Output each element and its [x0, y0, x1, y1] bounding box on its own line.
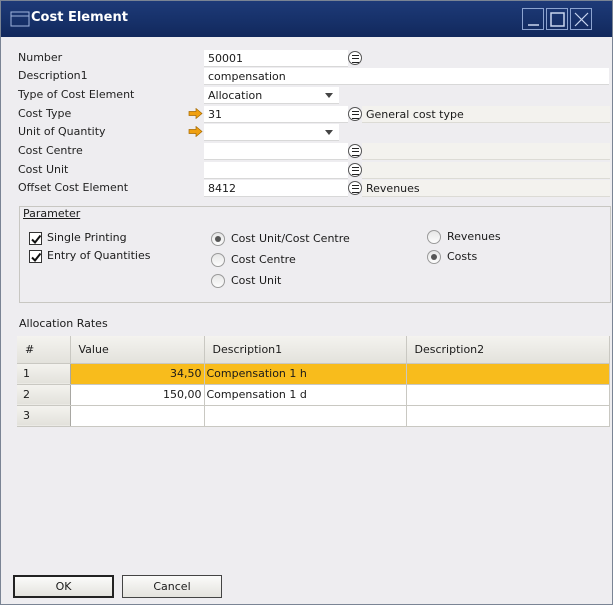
type-of-cost-element-dropdown[interactable]: Allocation	[204, 87, 339, 104]
number-lookup-icon[interactable]	[348, 51, 362, 65]
window-title: Cost Element	[31, 10, 128, 25]
type-of-cost-element-label: Type of Cost Element	[18, 88, 135, 101]
unit-of-quantity-dropdown[interactable]	[204, 124, 339, 141]
maximize-icon	[550, 12, 565, 27]
cost-centre-label: Cost Centre	[18, 144, 83, 157]
offset-cost-element-lookup-icon[interactable]	[348, 181, 362, 195]
description1-cell[interactable]: Compensation 1 h	[204, 363, 407, 385]
offset-cost-element-description: Revenues	[362, 180, 610, 197]
cost-unit-lookup-icon[interactable]	[348, 163, 362, 177]
cost-centre-radio[interactable]	[211, 253, 225, 267]
description1-row: Description1 compensation	[15, 67, 610, 85]
cost-type-row: Cost Type 31 General cost type	[15, 105, 610, 123]
entry-of-quantities-label[interactable]: Entry of Quantities	[47, 249, 150, 262]
chevron-down-icon[interactable]	[325, 93, 333, 98]
minimize-icon	[528, 24, 539, 26]
row-number[interactable]: 1	[17, 363, 71, 385]
cost-unit-radio[interactable]	[211, 274, 225, 288]
maximize-button[interactable]	[546, 8, 568, 30]
single-printing-label[interactable]: Single Printing	[47, 231, 127, 244]
unit-of-quantity-row: Unit of Quantity	[15, 123, 610, 141]
offset-cost-element-label: Offset Cost Element	[18, 181, 129, 194]
table-row[interactable]: 2 150,00 Compensation 1 d	[17, 384, 610, 406]
description1-field[interactable]: compensation	[204, 68, 609, 85]
cost-unit-field[interactable]	[204, 162, 348, 179]
description1-label: Description1	[18, 69, 88, 82]
costs-label[interactable]: Costs	[447, 250, 477, 263]
cost-unit-label: Cost Unit	[18, 163, 69, 176]
cost-type-lookup-icon[interactable]	[348, 107, 362, 121]
description1-cell[interactable]: Compensation 1 d	[204, 384, 407, 406]
column-header-value[interactable]: Value	[70, 336, 205, 364]
type-of-cost-element-value: Allocation	[208, 89, 263, 102]
close-button[interactable]	[570, 8, 592, 30]
cost-centre-row: Cost Centre	[15, 142, 610, 160]
column-header-description2[interactable]: Description2	[406, 336, 610, 364]
cost-centre-radio-label[interactable]: Cost Centre	[231, 253, 296, 266]
window-icon	[10, 11, 30, 27]
value-cell[interactable]	[70, 405, 205, 427]
table-row[interactable]: 3	[17, 405, 610, 427]
entry-of-quantities-checkbox[interactable]	[29, 250, 42, 263]
checkmark-icon	[31, 234, 42, 245]
offset-cost-element-field[interactable]: 8412	[204, 180, 348, 197]
cost-unit-cost-centre-radio[interactable]	[211, 232, 225, 246]
cancel-button[interactable]: Cancel	[122, 575, 222, 598]
checkmark-icon	[31, 252, 42, 263]
cost-unit-description	[362, 162, 610, 179]
column-header-num[interactable]: #	[17, 336, 71, 364]
offset-cost-element-row: Offset Cost Element 8412 Revenues	[15, 179, 610, 197]
number-label: Number	[18, 51, 63, 64]
unit-of-quantity-label: Unit of Quantity	[18, 125, 106, 138]
cost-centre-description	[362, 143, 610, 160]
number-row: Number 50001	[15, 49, 610, 67]
close-icon	[574, 12, 589, 27]
link-arrow-icon[interactable]	[188, 126, 203, 137]
cost-unit-cost-centre-label[interactable]: Cost Unit/Cost Centre	[231, 232, 350, 245]
number-field[interactable]: 50001	[204, 50, 348, 67]
value-cell[interactable]: 150,00	[70, 384, 205, 406]
link-arrow-icon[interactable]	[188, 108, 203, 119]
description2-cell[interactable]	[406, 363, 610, 385]
column-header-description1[interactable]: Description1	[204, 336, 407, 364]
row-number[interactable]: 2	[17, 384, 71, 406]
cost-element-window: Cost Element Number 50001 Description1 c…	[0, 0, 613, 605]
description2-cell[interactable]	[406, 384, 610, 406]
cost-type-label: Cost Type	[18, 107, 72, 120]
cost-type-field[interactable]: 31	[204, 106, 348, 123]
type-of-cost-element-row: Type of Cost Element Allocation	[15, 86, 610, 104]
description1-cell[interactable]	[204, 405, 407, 427]
minimize-button[interactable]	[522, 8, 544, 30]
single-printing-checkbox[interactable]	[29, 232, 42, 245]
cost-unit-radio-label[interactable]: Cost Unit	[231, 274, 281, 287]
parameter-title: Parameter	[23, 207, 81, 220]
revenues-radio[interactable]	[427, 230, 441, 244]
revenues-label[interactable]: Revenues	[447, 230, 501, 243]
table-row[interactable]: 1 34,50 Compensation 1 h	[17, 363, 610, 385]
value-cell[interactable]: 34,50	[70, 363, 205, 385]
cost-unit-row: Cost Unit	[15, 161, 610, 179]
row-number[interactable]: 3	[17, 405, 71, 427]
cost-centre-field[interactable]	[204, 143, 348, 160]
description2-cell[interactable]	[406, 405, 610, 427]
parameter-group: Parameter Single Printing Entry of Quant…	[19, 206, 611, 303]
costs-radio[interactable]	[427, 250, 441, 264]
chevron-down-icon[interactable]	[325, 130, 333, 135]
cost-centre-lookup-icon[interactable]	[348, 144, 362, 158]
ok-button[interactable]: OK	[13, 575, 114, 598]
cost-type-description: General cost type	[362, 106, 610, 123]
allocation-rates-title: Allocation Rates	[19, 317, 108, 330]
title-bar[interactable]: Cost Element	[1, 1, 612, 37]
allocation-rates-table: # Value Description1 Description2 1 34,5…	[17, 336, 610, 427]
